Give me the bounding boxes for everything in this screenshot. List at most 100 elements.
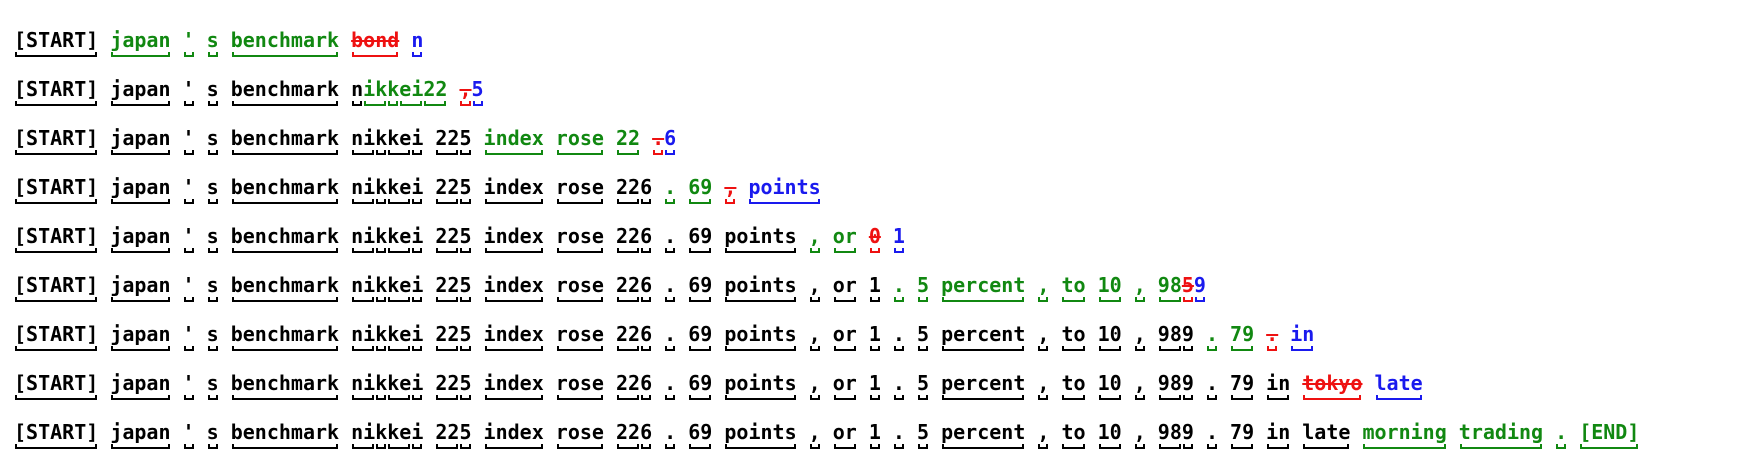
token-text: 1 [868, 371, 881, 395]
kept-token: , [809, 273, 821, 302]
kept-token: . [1206, 371, 1218, 400]
subword-bracket [665, 346, 676, 351]
kept-token: 226 [616, 175, 653, 204]
kept-token: nikkei [351, 420, 424, 449]
token-text: , [1037, 371, 1050, 395]
token-text: rose [555, 273, 604, 297]
added-token: , [809, 224, 821, 253]
subword-bracket [725, 444, 796, 449]
subword-bracket [725, 199, 736, 204]
token-text: 226 [616, 175, 653, 199]
token-text: rose [555, 420, 604, 444]
subword-bracket [207, 52, 218, 57]
subword-bracket [388, 248, 411, 253]
kept-token: japan [110, 175, 171, 204]
token-text: 69 [688, 322, 713, 346]
kept-token: s [207, 77, 219, 106]
subword-bracket [231, 52, 339, 57]
kept-token: percent [941, 322, 1025, 351]
subword-bracket [1158, 297, 1181, 302]
kept-token: points [724, 322, 797, 351]
subword-bracket [376, 297, 387, 302]
token-text: late [1374, 371, 1423, 395]
token-text: ' [182, 322, 195, 346]
subword-bracket [231, 346, 339, 351]
token-text: [START] [14, 322, 99, 346]
subword-bracket [641, 297, 652, 302]
token-text: 1 [868, 273, 881, 297]
subword-bracket [352, 297, 375, 302]
subword-bracket [388, 346, 411, 351]
subword-bracket [15, 395, 98, 400]
kept-token: . [893, 371, 905, 400]
token-text: index [483, 420, 544, 444]
kept-token: , [809, 371, 821, 400]
token-text: ' [182, 175, 195, 199]
subword-bracket [749, 199, 820, 204]
token-text: benchmark [230, 77, 340, 101]
token-text: 9 [1193, 273, 1206, 297]
token-text: . [664, 371, 677, 395]
subword-bracket [183, 101, 194, 106]
token-text: index [483, 273, 544, 297]
token-text: 10 [1097, 420, 1122, 444]
subword-bracket [352, 346, 375, 351]
token-text: . [1266, 322, 1279, 346]
token-text: . [664, 420, 677, 444]
kept-token: or [833, 273, 857, 302]
subword-bracket [918, 297, 929, 302]
subword-bracket [352, 150, 375, 155]
subword-bracket [556, 199, 603, 204]
token-text: in [1266, 420, 1291, 444]
subword-bracket [617, 248, 640, 253]
next-token: 9 [1193, 273, 1206, 302]
subword-bracket [689, 297, 712, 302]
kept-token: 69 [688, 224, 712, 253]
token-text: 22 [423, 77, 448, 101]
subword-bracket [1134, 346, 1145, 351]
kept-token: percent [941, 371, 1025, 400]
kept-token: , [1037, 420, 1049, 449]
subword-bracket [436, 150, 459, 155]
subword-bracket [484, 346, 543, 351]
kept-token: 225 [435, 126, 472, 155]
token-text: points [724, 420, 797, 444]
token-text: nikkei [351, 273, 424, 297]
token-text: benchmark [230, 175, 340, 199]
token-text: , [1133, 322, 1146, 346]
token-text: 225 [435, 224, 472, 248]
deleted-token: tokyo [1302, 371, 1362, 400]
subword-bracket [376, 150, 387, 155]
token-text: n [411, 28, 424, 52]
kept-token: points [724, 420, 797, 449]
token-text: 5 [1181, 273, 1194, 297]
next-token: late [1374, 371, 1423, 400]
kept-token: , [1134, 371, 1146, 400]
subword-bracket [689, 444, 712, 449]
kept-token: [START] [14, 224, 98, 253]
kept-token: , [1134, 420, 1146, 449]
token-text: , [1037, 322, 1050, 346]
token-text: benchmark [230, 224, 340, 248]
token-text: nikkei [351, 420, 424, 444]
subword-bracket [617, 150, 640, 155]
token-text: . [1205, 322, 1218, 346]
kept-token: 79 [1230, 420, 1254, 449]
subword-bracket [1206, 346, 1217, 351]
token-text: 225 [435, 175, 472, 199]
token-text: , [1133, 273, 1146, 297]
token-text: rose [555, 322, 604, 346]
next-token: 6 [664, 126, 676, 155]
kept-token: [START] [14, 77, 98, 106]
subword-bracket [617, 346, 640, 351]
added-token: japan [110, 28, 171, 57]
subword-bracket [460, 101, 471, 106]
kept-token: japan [110, 371, 171, 400]
subword-bracket [1158, 395, 1181, 400]
subword-bracket [641, 395, 652, 400]
subword-bracket [942, 444, 1025, 449]
subword-bracket [436, 395, 459, 400]
subword-bracket [653, 150, 664, 155]
subword-bracket [183, 297, 194, 302]
subword-bracket [436, 346, 459, 351]
